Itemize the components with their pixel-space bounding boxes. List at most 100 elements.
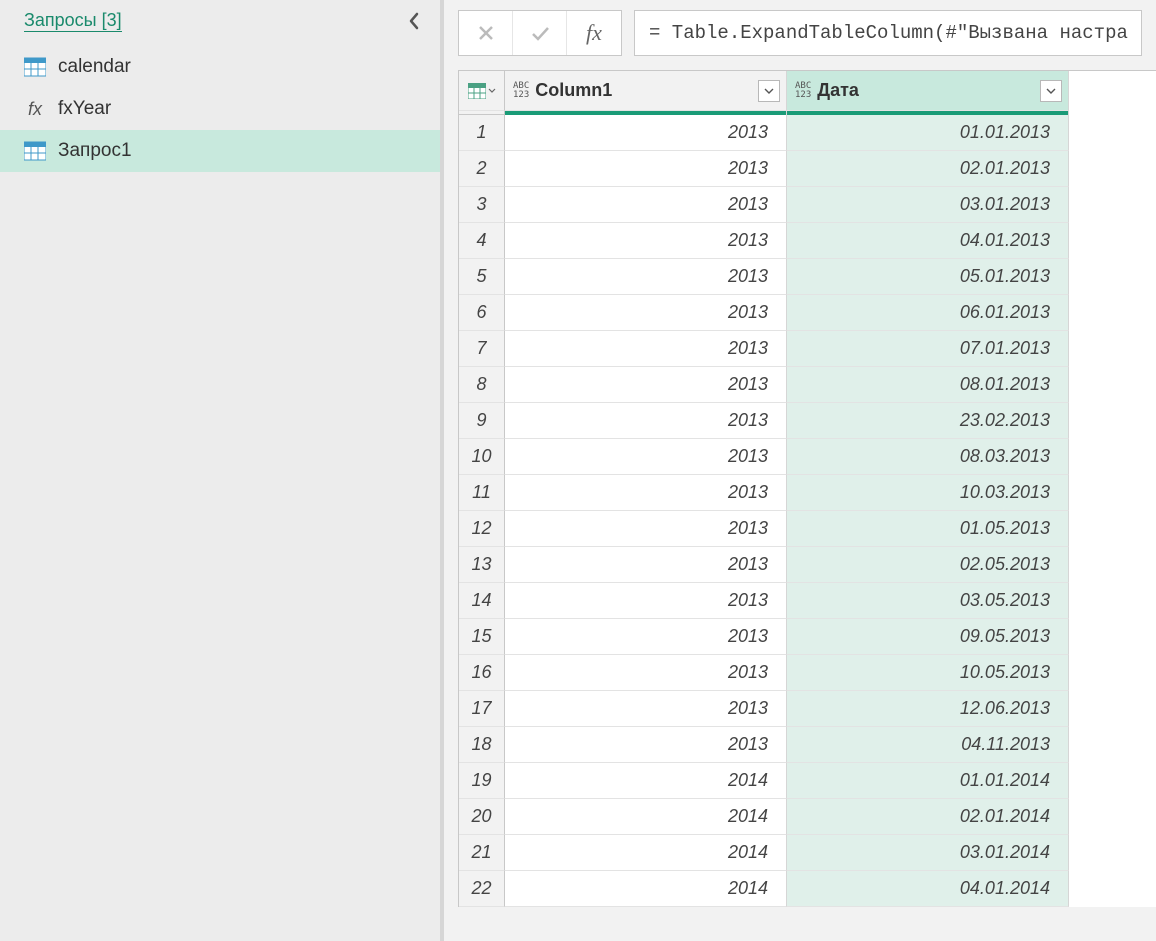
cell-date[interactable]: 07.01.2013 bbox=[787, 331, 1069, 367]
cell-column1[interactable]: 2014 bbox=[505, 763, 787, 799]
cell-date[interactable]: 08.01.2013 bbox=[787, 367, 1069, 403]
table-row[interactable]: 18201304.11.2013 bbox=[459, 727, 1156, 763]
cell-column1[interactable]: 2014 bbox=[505, 835, 787, 871]
row-number[interactable]: 6 bbox=[459, 295, 505, 331]
column-filter-button[interactable] bbox=[758, 80, 780, 102]
cell-column1[interactable]: 2013 bbox=[505, 619, 787, 655]
row-number[interactable]: 14 bbox=[459, 583, 505, 619]
cancel-formula-button[interactable] bbox=[459, 11, 513, 55]
row-number[interactable]: 2 bbox=[459, 151, 505, 187]
cell-column1[interactable]: 2013 bbox=[505, 655, 787, 691]
cell-date[interactable]: 06.01.2013 bbox=[787, 295, 1069, 331]
table-row[interactable]: 12201301.05.2013 bbox=[459, 511, 1156, 547]
table-row[interactable]: 11201310.03.2013 bbox=[459, 475, 1156, 511]
row-number[interactable]: 5 bbox=[459, 259, 505, 295]
cell-date[interactable]: 01.01.2014 bbox=[787, 763, 1069, 799]
cell-column1[interactable]: 2013 bbox=[505, 403, 787, 439]
collapse-pane-icon[interactable] bbox=[406, 11, 422, 31]
cell-date[interactable]: 03.01.2014 bbox=[787, 835, 1069, 871]
column-header-date[interactable]: ABC123 Дата bbox=[787, 71, 1069, 111]
cell-column1[interactable]: 2013 bbox=[505, 151, 787, 187]
row-number[interactable]: 19 bbox=[459, 763, 505, 799]
fx-button[interactable]: fx bbox=[567, 11, 621, 55]
table-row[interactable]: 5201305.01.2013 bbox=[459, 259, 1156, 295]
cell-date[interactable]: 04.11.2013 bbox=[787, 727, 1069, 763]
row-number[interactable]: 13 bbox=[459, 547, 505, 583]
cell-column1[interactable]: 2014 bbox=[505, 799, 787, 835]
cell-column1[interactable]: 2013 bbox=[505, 331, 787, 367]
cell-column1[interactable]: 2013 bbox=[505, 691, 787, 727]
row-number[interactable]: 16 bbox=[459, 655, 505, 691]
column-filter-button[interactable] bbox=[1040, 80, 1062, 102]
row-number[interactable]: 8 bbox=[459, 367, 505, 403]
row-number[interactable]: 22 bbox=[459, 871, 505, 907]
row-number[interactable]: 3 bbox=[459, 187, 505, 223]
cell-date[interactable]: 08.03.2013 bbox=[787, 439, 1069, 475]
cell-date[interactable]: 04.01.2014 bbox=[787, 871, 1069, 907]
cell-date[interactable]: 23.02.2013 bbox=[787, 403, 1069, 439]
row-number[interactable]: 4 bbox=[459, 223, 505, 259]
column-header-column1[interactable]: ABC123 Column1 bbox=[505, 71, 787, 111]
cell-date[interactable]: 02.05.2013 bbox=[787, 547, 1069, 583]
cell-column1[interactable]: 2013 bbox=[505, 583, 787, 619]
cell-date[interactable]: 09.05.2013 bbox=[787, 619, 1069, 655]
table-row[interactable]: 2201302.01.2013 bbox=[459, 151, 1156, 187]
query-item[interactable]: Запрос1 bbox=[0, 130, 440, 172]
row-number[interactable]: 21 bbox=[459, 835, 505, 871]
table-row[interactable]: 10201308.03.2013 bbox=[459, 439, 1156, 475]
row-number[interactable]: 1 bbox=[459, 115, 505, 151]
table-row[interactable]: 8201308.01.2013 bbox=[459, 367, 1156, 403]
table-row[interactable]: 21201403.01.2014 bbox=[459, 835, 1156, 871]
cell-column1[interactable]: 2013 bbox=[505, 727, 787, 763]
table-row[interactable]: 17201312.06.2013 bbox=[459, 691, 1156, 727]
cell-column1[interactable]: 2013 bbox=[505, 259, 787, 295]
cell-date[interactable]: 03.01.2013 bbox=[787, 187, 1069, 223]
cell-column1[interactable]: 2013 bbox=[505, 367, 787, 403]
apply-formula-button[interactable] bbox=[513, 11, 567, 55]
formula-input[interactable]: = Table.ExpandTableColumn(#"Вызвана наст… bbox=[634, 10, 1142, 56]
row-number[interactable]: 18 bbox=[459, 727, 505, 763]
table-row[interactable]: 9201323.02.2013 bbox=[459, 403, 1156, 439]
table-row[interactable]: 14201303.05.2013 bbox=[459, 583, 1156, 619]
cell-column1[interactable]: 2013 bbox=[505, 115, 787, 151]
cell-date[interactable]: 03.05.2013 bbox=[787, 583, 1069, 619]
query-item[interactable]: calendar bbox=[0, 46, 440, 88]
cell-column1[interactable]: 2013 bbox=[505, 475, 787, 511]
table-row[interactable]: 19201401.01.2014 bbox=[459, 763, 1156, 799]
cell-column1[interactable]: 2013 bbox=[505, 187, 787, 223]
cell-date[interactable]: 02.01.2014 bbox=[787, 799, 1069, 835]
query-item[interactable]: fxfxYear bbox=[0, 88, 440, 130]
table-row[interactable]: 3201303.01.2013 bbox=[459, 187, 1156, 223]
cell-column1[interactable]: 2013 bbox=[505, 511, 787, 547]
table-row[interactable]: 4201304.01.2013 bbox=[459, 223, 1156, 259]
cell-column1[interactable]: 2013 bbox=[505, 547, 787, 583]
cell-date[interactable]: 10.03.2013 bbox=[787, 475, 1069, 511]
table-row[interactable]: 15201309.05.2013 bbox=[459, 619, 1156, 655]
cell-date[interactable]: 02.01.2013 bbox=[787, 151, 1069, 187]
cell-column1[interactable]: 2013 bbox=[505, 439, 787, 475]
table-row[interactable]: 16201310.05.2013 bbox=[459, 655, 1156, 691]
table-row[interactable]: 22201404.01.2014 bbox=[459, 871, 1156, 907]
table-row[interactable]: 20201402.01.2014 bbox=[459, 799, 1156, 835]
table-row[interactable]: 6201306.01.2013 bbox=[459, 295, 1156, 331]
table-row[interactable]: 1201301.01.2013 bbox=[459, 115, 1156, 151]
cell-date[interactable]: 04.01.2013 bbox=[787, 223, 1069, 259]
row-number[interactable]: 20 bbox=[459, 799, 505, 835]
row-number[interactable]: 7 bbox=[459, 331, 505, 367]
select-all-corner[interactable] bbox=[459, 71, 505, 111]
row-number[interactable]: 9 bbox=[459, 403, 505, 439]
row-number[interactable]: 12 bbox=[459, 511, 505, 547]
table-row[interactable]: 7201307.01.2013 bbox=[459, 331, 1156, 367]
row-number[interactable]: 15 bbox=[459, 619, 505, 655]
row-number[interactable]: 17 bbox=[459, 691, 505, 727]
cell-date[interactable]: 01.05.2013 bbox=[787, 511, 1069, 547]
cell-column1[interactable]: 2014 bbox=[505, 871, 787, 907]
cell-date[interactable]: 01.01.2013 bbox=[787, 115, 1069, 151]
cell-date[interactable]: 10.05.2013 bbox=[787, 655, 1069, 691]
cell-date[interactable]: 12.06.2013 bbox=[787, 691, 1069, 727]
cell-column1[interactable]: 2013 bbox=[505, 223, 787, 259]
table-row[interactable]: 13201302.05.2013 bbox=[459, 547, 1156, 583]
cell-date[interactable]: 05.01.2013 bbox=[787, 259, 1069, 295]
row-number[interactable]: 11 bbox=[459, 475, 505, 511]
cell-column1[interactable]: 2013 bbox=[505, 295, 787, 331]
